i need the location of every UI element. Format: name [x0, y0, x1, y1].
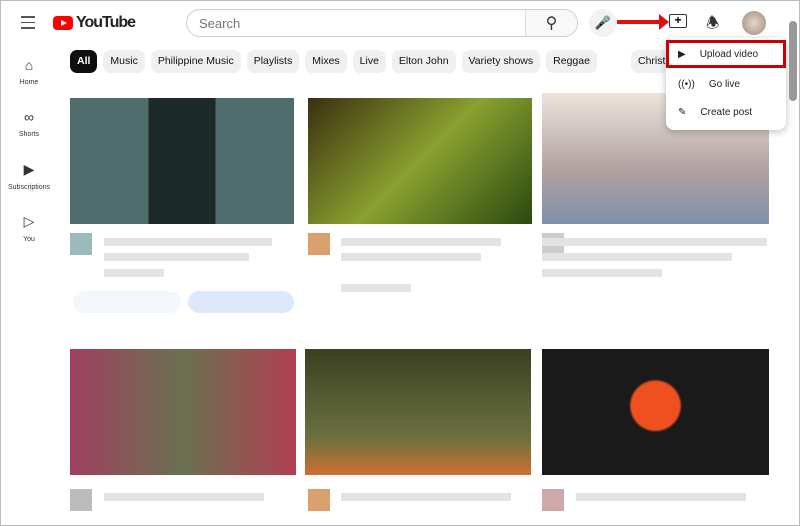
- bell-icon[interactable]: 🕭: [706, 13, 719, 38]
- menu-item-label: Go live: [708, 78, 740, 90]
- menu-item-label: Upload video: [699, 48, 759, 60]
- blurred-button[interactable]: [73, 291, 181, 313]
- play-icon: [53, 16, 73, 30]
- video-meta-blurred: [341, 284, 411, 292]
- video-title-blurred: [542, 238, 767, 246]
- avatar[interactable]: [742, 11, 766, 35]
- sidebar-label: Subscriptions: [7, 184, 51, 191]
- shorts-icon: ∞: [24, 109, 34, 125]
- video-thumbnail[interactable]: [70, 349, 296, 475]
- sidebar-label: Shorts: [18, 131, 40, 138]
- create-video-icon[interactable]: +: [669, 14, 687, 28]
- search-input[interactable]: [187, 10, 525, 36]
- video-meta-blurred: [341, 253, 481, 261]
- menu-item-upload-video[interactable]: ▶ Upload video: [666, 40, 786, 68]
- sidebar-item-home[interactable]: ⌂ Home: [1, 49, 57, 101]
- youtube-logo[interactable]: YouTube: [53, 14, 136, 32]
- sidebar-item-you[interactable]: ▷ You: [1, 205, 57, 257]
- sidebar: ⌂ Home ∞ Shorts ▶ Subscriptions ▷ You: [1, 49, 57, 257]
- video-meta-blurred: [542, 269, 662, 277]
- menu-icon[interactable]: [21, 16, 35, 33]
- video-title-blurred: [104, 238, 272, 246]
- sidebar-item-subscriptions[interactable]: ▶ Subscriptions: [1, 153, 57, 205]
- channel-avatar[interactable]: [70, 489, 92, 511]
- video-title-blurred: [104, 493, 264, 501]
- menu-item-create-post[interactable]: ✎ Create post: [666, 98, 786, 126]
- video-thumbnail[interactable]: [305, 349, 531, 475]
- menu-item-go-live[interactable]: ((•)) Go live: [666, 70, 786, 98]
- voice-search-button[interactable]: 🎤: [589, 9, 617, 37]
- channel-avatar[interactable]: [542, 489, 564, 511]
- video-thumbnail[interactable]: [308, 98, 532, 224]
- chip[interactable]: Playlists: [246, 50, 300, 73]
- blurred-button[interactable]: [188, 291, 294, 313]
- upload-video-icon: ▶: [678, 48, 686, 60]
- video-thumbnail[interactable]: [542, 349, 769, 475]
- sidebar-item-shorts[interactable]: ∞ Shorts: [1, 101, 57, 153]
- channel-avatar[interactable]: [308, 233, 330, 255]
- subscriptions-icon: ▶: [23, 161, 35, 177]
- home-icon: ⌂: [24, 57, 34, 73]
- search-icon: ⚲: [545, 15, 558, 32]
- channel-avatar[interactable]: [70, 233, 92, 255]
- chip[interactable]: Elton John: [391, 50, 456, 73]
- chip[interactable]: Philippine Music: [150, 50, 241, 73]
- video-title-blurred: [576, 493, 746, 501]
- video-title-blurred: [341, 238, 501, 246]
- sidebar-label: You: [23, 236, 35, 243]
- chip[interactable]: Live: [352, 50, 386, 73]
- search-button[interactable]: ⚲: [525, 10, 577, 36]
- red-arrow-annotation: [617, 14, 669, 30]
- you-icon: ▷: [23, 213, 35, 229]
- video-meta-blurred: [104, 269, 164, 277]
- search-bar: ⚲: [186, 9, 578, 37]
- go-live-icon: ((•)): [678, 78, 695, 90]
- mic-icon: 🎤: [594, 15, 612, 30]
- menu-item-label: Create post: [700, 106, 753, 118]
- video-title-blurred: [341, 493, 511, 501]
- sidebar-label: Home: [19, 79, 39, 86]
- logo-text: YouTube: [76, 14, 136, 31]
- video-thumbnail[interactable]: [70, 98, 294, 224]
- video-meta-blurred: [104, 253, 249, 261]
- create-post-icon: ✎: [678, 106, 687, 118]
- channel-avatar[interactable]: [308, 489, 330, 511]
- scrollbar[interactable]: [789, 21, 797, 101]
- chip-all[interactable]: All: [70, 50, 98, 73]
- chip[interactable]: Christ: [631, 50, 666, 73]
- filter-chips: All Music Philippine Music Playlists Mix…: [70, 50, 597, 73]
- video-meta-blurred: [542, 253, 732, 261]
- chip[interactable]: Variety shows: [461, 50, 541, 73]
- chip[interactable]: Music: [103, 50, 145, 73]
- chip[interactable]: Mixes: [305, 50, 347, 73]
- chip[interactable]: Reggae: [546, 50, 597, 73]
- create-dropdown-menu: ▶ Upload video ((•)) Go live ✎ Create post: [666, 38, 786, 130]
